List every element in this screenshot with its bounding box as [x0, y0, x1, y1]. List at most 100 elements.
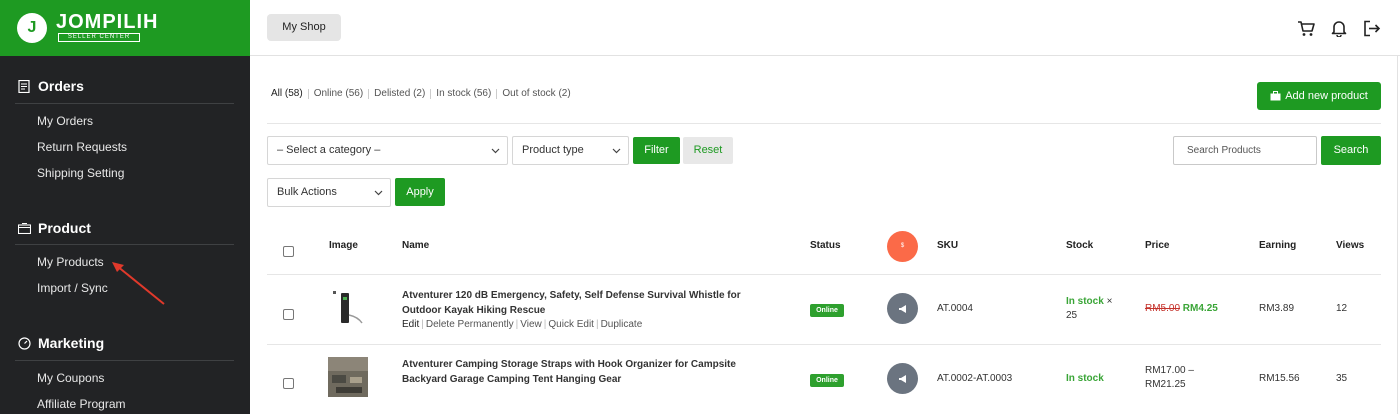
views-value: 35 [1336, 373, 1348, 384]
select-all-checkbox[interactable] [283, 246, 294, 257]
stock-status: In stock [1066, 296, 1104, 307]
product-name-line: Backyard Garage Camping Tent Hanging Gea… [402, 374, 622, 385]
delete-permanently-link[interactable]: Delete Permanently [426, 319, 514, 330]
top-header: My Shop [250, 0, 1400, 56]
add-new-product-label: Add new product [1285, 90, 1368, 102]
category-select-value: – Select a category – [277, 144, 381, 156]
status-badge: Online [810, 374, 844, 387]
brand-logo-icon: J [17, 13, 47, 43]
column-header-promo-badge: $ [887, 231, 918, 262]
bell-icon[interactable] [1329, 18, 1349, 38]
box-icon [17, 221, 31, 235]
annotation-arrow-icon [112, 262, 165, 305]
bulk-actions-select[interactable]: Bulk Actions [267, 178, 391, 207]
tab-all[interactable]: All (58) [271, 89, 309, 99]
products-page: All (58) Online (56) Delisted (2) In sto… [250, 56, 1400, 414]
product-thumbnail-whistle[interactable] [328, 289, 368, 329]
column-header-earning: Earning [1259, 240, 1297, 251]
status-badge: Online [810, 304, 844, 317]
price-range-line: RM21.25 [1145, 379, 1186, 390]
row-checkbox[interactable] [283, 378, 294, 389]
gauge-icon [17, 336, 31, 350]
sidebar-section-title: Orders [38, 78, 84, 94]
sidebar-item-my-products[interactable]: My Products [37, 255, 104, 269]
column-header-views: Views [1336, 240, 1365, 251]
divider [15, 244, 234, 245]
sidebar-item-return-requests[interactable]: Return Requests [37, 140, 127, 154]
edit-link[interactable]: Edit [402, 319, 419, 330]
category-select[interactable]: – Select a category – [267, 136, 508, 165]
cart-icon[interactable] [1296, 18, 1316, 38]
sidebar-section-marketing: Marketing [17, 333, 104, 353]
duplicate-link[interactable]: Duplicate [601, 319, 643, 330]
brand-header[interactable]: J JOMPILIH SELLER CENTER [0, 0, 250, 56]
product-name-line: Outdoor Kayak Hiking Rescue [402, 305, 546, 316]
sku-value: AT.0004 [937, 303, 973, 314]
column-header-name[interactable]: Name [402, 240, 429, 251]
tab-delisted[interactable]: Delisted (2) [369, 89, 432, 99]
product-name-line: Atventurer 120 dB Emergency, Safety, Sel… [402, 290, 741, 301]
chevron-down-icon [612, 148, 621, 154]
sidebar-section-product: Product [17, 218, 91, 238]
bulk-actions-select-value: Bulk Actions [277, 186, 337, 198]
price-sale: RM4.25 [1182, 303, 1218, 314]
search-button[interactable]: Search [1321, 136, 1381, 165]
column-header-image: Image [329, 240, 358, 251]
seller-center-app: J JOMPILIH SELLER CENTER Orders My Order… [0, 0, 1400, 414]
chevron-down-icon [491, 148, 500, 154]
quick-edit-link[interactable]: Quick Edit [548, 319, 594, 330]
sidebar-item-import-sync[interactable]: Import / Sync [37, 281, 108, 295]
product-type-select[interactable]: Product type [512, 136, 629, 165]
tab-in-stock[interactable]: In stock (56) [431, 89, 498, 99]
price-range-line: RM17.00 – [1145, 365, 1194, 376]
price-original: RM5.00 [1145, 303, 1181, 314]
price-value: RM5.00 RM4.25 [1145, 302, 1218, 316]
sidebar-item-my-coupons[interactable]: My Coupons [37, 371, 104, 385]
divider [267, 123, 1381, 124]
column-header-status: Status [810, 240, 841, 251]
megaphone-icon[interactable] [887, 293, 918, 324]
my-shop-button[interactable]: My Shop [267, 14, 341, 41]
filter-button[interactable]: Filter [633, 137, 680, 164]
tab-out-of-stock[interactable]: Out of stock (2) [497, 89, 575, 99]
add-new-product-button[interactable]: Add new product [1257, 82, 1381, 110]
briefcase-icon [1270, 91, 1281, 101]
sidebar-section-title: Marketing [38, 335, 105, 351]
tab-online[interactable]: Online (56) [309, 89, 370, 99]
divider [267, 344, 1381, 345]
sidebar-item-shipping-setting[interactable]: Shipping Setting [37, 166, 124, 180]
logout-icon[interactable] [1362, 18, 1382, 38]
row-checkbox[interactable] [283, 309, 294, 320]
product-name-link[interactable]: Atventurer Camping Storage Straps with H… [402, 357, 752, 387]
stock-status: In stock [1066, 373, 1104, 384]
search-products-input[interactable]: Search Products [1173, 136, 1317, 165]
product-thumbnail-straps[interactable] [328, 357, 368, 397]
view-link[interactable]: View [520, 319, 542, 330]
sidebar-item-my-orders[interactable]: My Orders [37, 114, 93, 128]
earning-value: RM3.89 [1259, 303, 1295, 314]
sidebar-section-orders: Orders [17, 76, 84, 96]
chevron-down-icon [374, 190, 383, 196]
reset-button[interactable]: Reset [683, 137, 733, 164]
views-value: 12 [1336, 303, 1348, 314]
brand-subtitle: SELLER CENTER [58, 33, 140, 42]
sku-value: AT.0002-AT.0003 [937, 373, 1013, 384]
receipt-icon [17, 79, 31, 93]
price-range: RM17.00 – RM21.25 [1145, 364, 1194, 392]
earning-value: RM15.56 [1259, 373, 1300, 384]
sidebar-section-title: Product [38, 220, 91, 236]
product-name-link[interactable]: Atventurer 120 dB Emergency, Safety, Sel… [402, 288, 752, 318]
column-header-price[interactable]: Price [1145, 240, 1169, 251]
sidebar: J JOMPILIH SELLER CENTER Orders My Order… [0, 0, 250, 414]
row-actions: Edit | Delete Permanently | View | Quick Edit |… [402, 319, 643, 330]
divider [15, 360, 234, 361]
divider [267, 274, 1381, 275]
apply-button[interactable]: Apply [395, 178, 445, 206]
megaphone-icon[interactable] [887, 363, 918, 394]
product-name-line: Atventurer Camping Storage Straps with H… [402, 359, 736, 370]
column-header-sku[interactable]: SKU [937, 240, 958, 251]
sidebar-item-affiliate-program[interactable]: Affiliate Program [37, 397, 125, 411]
product-type-select-value: Product type [522, 144, 584, 156]
brand-name: JOMPILIH [56, 11, 159, 33]
stock-value: In stock × 25 [1066, 295, 1126, 323]
